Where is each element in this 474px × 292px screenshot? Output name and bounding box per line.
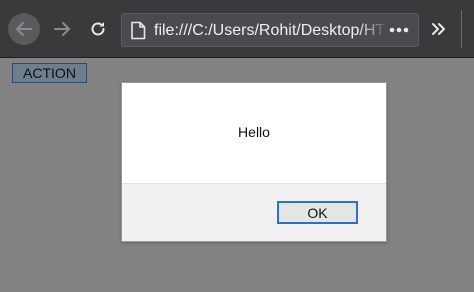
reload-icon <box>91 22 105 36</box>
forward-button[interactable] <box>46 13 78 45</box>
url-fade <box>358 14 388 46</box>
ok-button[interactable]: OK <box>277 201 358 224</box>
back-button[interactable] <box>8 13 40 45</box>
action-button[interactable]: ACTION <box>12 63 87 83</box>
arrow-left-icon <box>16 22 32 36</box>
url-text[interactable]: file:///C:/Users/Rohit/Desktop/HTML <box>154 21 384 41</box>
more-horizontal-icon <box>389 27 409 33</box>
page-icon <box>131 21 146 40</box>
browser-toolbar: file:///C:/Users/Rohit/Desktop/HTML <box>0 0 474 58</box>
page-actions-button[interactable] <box>386 17 412 43</box>
alert-dialog: Hello OK <box>121 82 387 242</box>
toolbar-separator <box>461 10 462 48</box>
double-chevron-right-icon <box>432 23 445 35</box>
arrow-right-icon <box>54 22 70 36</box>
dialog-message: Hello <box>238 124 270 140</box>
overflow-menu-button[interactable] <box>424 13 454 45</box>
reload-button[interactable] <box>82 13 114 45</box>
dialog-footer: OK <box>122 183 386 241</box>
url-bar[interactable]: file:///C:/Users/Rohit/Desktop/HTML <box>121 13 419 47</box>
dialog-body: Hello <box>122 83 386 183</box>
